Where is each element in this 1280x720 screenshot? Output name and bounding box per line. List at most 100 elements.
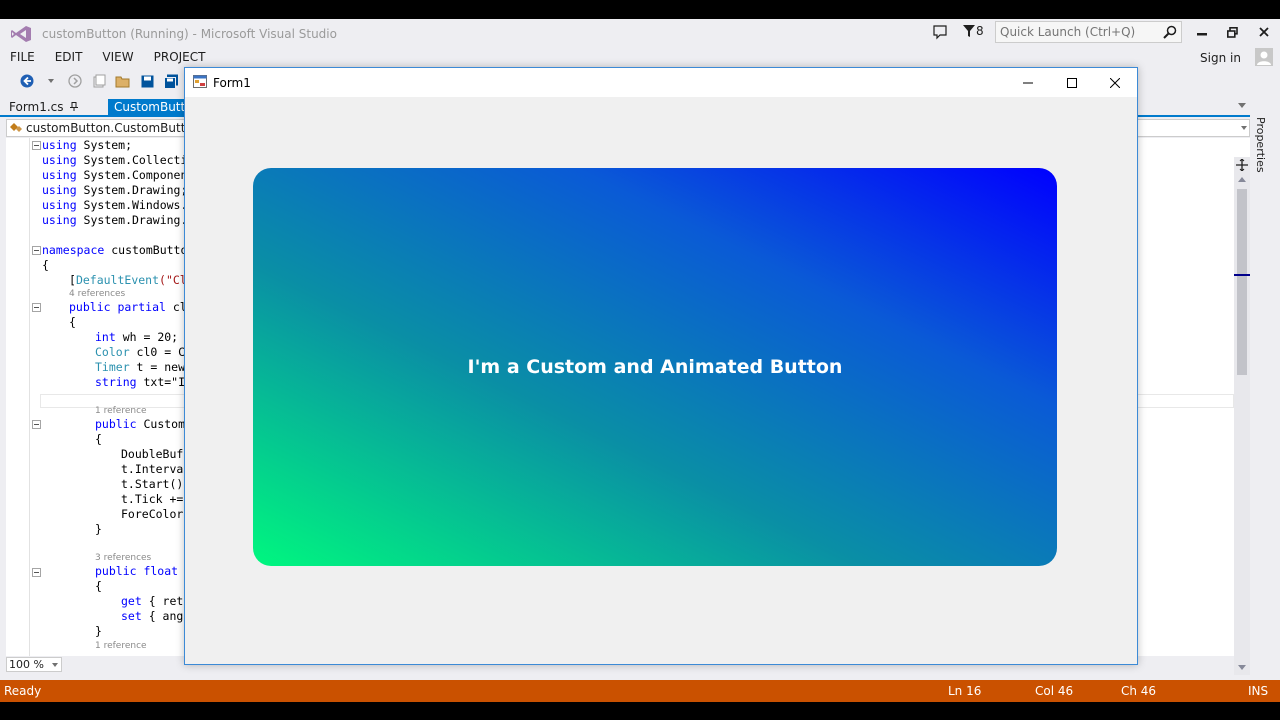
back-arrow-icon <box>20 74 34 88</box>
status-bar: Ready Ln 16 Col 46 Ch 46 INS <box>0 680 1280 702</box>
account-icon[interactable] <box>1255 48 1273 66</box>
tab-form1-cs-label: Form1.cs <box>9 100 64 114</box>
minimize-icon <box>1197 33 1207 36</box>
code-line: } <box>95 522 102 536</box>
toolbar <box>0 69 180 93</box>
form1-titlebar[interactable]: Form1 <box>185 68 1137 97</box>
scroll-up-arrow-icon[interactable] <box>1238 177 1246 182</box>
maximize-icon <box>1067 77 1077 88</box>
tab-form1-cs[interactable]: Form1.cs <box>3 99 84 117</box>
notification-count: 8 <box>976 24 984 38</box>
class-icon <box>10 123 22 132</box>
new-project-icon <box>93 74 106 88</box>
visual-studio-window: customButton (Running) - Microsoft Visua… <box>0 19 1280 702</box>
sign-in-link[interactable]: Sign in <box>1200 51 1241 65</box>
save-button[interactable] <box>138 72 156 90</box>
status-insert-mode: INS <box>1248 684 1269 698</box>
caret-position-marker <box>1234 274 1250 276</box>
code-lens-references[interactable]: 4 references <box>69 289 125 299</box>
fold-toggle[interactable] <box>32 568 41 577</box>
code-line: using System.Collectio <box>42 153 195 167</box>
fold-toggle[interactable] <box>32 141 41 150</box>
code-line: ForeColor <box>121 507 184 521</box>
open-file-button[interactable] <box>114 72 132 90</box>
code-line: string txt="I' <box>95 375 192 389</box>
quick-launch-input[interactable] <box>996 22 1156 42</box>
code-line: { <box>69 315 76 329</box>
code-line: int wh = 20; f <box>95 330 192 344</box>
custom-animated-button[interactable]: I'm a Custom and Animated Button <box>253 168 1057 566</box>
code-line: public float A <box>95 564 192 578</box>
code-line: public CustomB <box>95 417 192 431</box>
form-app-icon <box>193 75 207 88</box>
menu-bar: FILE EDIT VIEW PROJECT <box>0 48 215 68</box>
status-line: Ln 16 <box>948 684 982 698</box>
class-selector-label: customButton.CustomButton <box>26 121 201 135</box>
code-line: using System.Componen <box>42 168 188 182</box>
search-icon[interactable] <box>1163 25 1177 39</box>
code-line: t.Start(); <box>121 477 191 491</box>
scrollbar-thumb[interactable] <box>1237 189 1247 375</box>
code-line: t.Tick += <box>121 492 184 506</box>
code-line: Timer t = new <box>95 360 186 374</box>
form-close-button[interactable] <box>1093 68 1137 97</box>
vs-window-title: customButton (Running) - Microsoft Visua… <box>42 27 337 41</box>
restore-icon <box>1226 26 1238 38</box>
form-maximize-button[interactable] <box>1050 68 1094 97</box>
fold-toggle[interactable] <box>32 303 41 312</box>
save-all-icon <box>163 74 178 89</box>
notification-icon[interactable] <box>932 24 948 40</box>
split-window-icon[interactable] <box>1236 159 1248 171</box>
code-lens-references[interactable]: 1 reference <box>95 406 147 416</box>
new-project-button[interactable] <box>90 72 108 90</box>
filter-icon[interactable] <box>963 25 975 37</box>
open-folder-icon <box>115 76 130 88</box>
zoom-level-value: 100 % <box>9 658 44 671</box>
code-line: } <box>95 624 102 638</box>
chevron-down-icon <box>52 663 58 667</box>
class-selector[interactable]: customButton.CustomButton <box>9 121 200 135</box>
fold-toggle[interactable] <box>32 420 41 429</box>
code-line: using System.Drawing.D <box>42 213 195 227</box>
code-line: using System.Drawing; <box>42 183 188 197</box>
status-column: Col 46 <box>1035 684 1074 698</box>
menu-edit[interactable]: EDIT <box>45 48 93 68</box>
custom-button-label: I'm a Custom and Animated Button <box>467 356 843 378</box>
code-line: t.Interval <box>121 462 191 476</box>
code-line: using System; <box>42 138 133 152</box>
code-lens-references[interactable]: 1 reference <box>95 641 147 651</box>
status-char: Ch 46 <box>1121 684 1157 698</box>
member-dropdown-icon[interactable] <box>1241 126 1247 130</box>
menu-project[interactable]: PROJECT <box>144 48 216 68</box>
code-line: namespace customButto <box>42 243 188 257</box>
editor-vertical-scrollbar[interactable] <box>1234 157 1250 675</box>
code-line: DoubleBuff <box>121 447 191 461</box>
code-line: using System.Windows.F <box>42 198 195 212</box>
quick-launch-box[interactable] <box>995 21 1182 43</box>
vs-minimize-button[interactable] <box>1188 21 1216 43</box>
vs-restore-button[interactable] <box>1218 21 1246 43</box>
forward-arrow-icon <box>68 74 82 88</box>
zoom-level-dropdown[interactable]: 100 % <box>6 657 62 672</box>
form-minimize-button[interactable] <box>1006 68 1050 97</box>
code-line: get { retu <box>121 594 191 608</box>
status-ready: Ready <box>4 684 42 698</box>
visual-studio-logo-icon <box>11 26 31 42</box>
close-icon <box>1110 77 1120 88</box>
save-icon <box>141 75 153 87</box>
vs-close-button[interactable] <box>1250 21 1278 43</box>
back-button[interactable] <box>18 72 36 90</box>
save-all-button[interactable] <box>162 72 180 90</box>
pin-icon[interactable] <box>70 102 79 111</box>
scroll-down-arrow-icon[interactable] <box>1238 665 1246 670</box>
tab-list-dropdown-icon[interactable] <box>1238 103 1246 108</box>
menu-file[interactable]: FILE <box>0 48 45 68</box>
code-lens-references[interactable]: 3 references <box>95 553 151 563</box>
forward-button[interactable] <box>66 72 84 90</box>
back-dropdown[interactable] <box>42 72 60 90</box>
code-line: { <box>42 258 49 272</box>
properties-side-tab[interactable]: Properties <box>1253 117 1267 177</box>
menu-view[interactable]: VIEW <box>92 48 143 68</box>
close-icon <box>1259 27 1269 37</box>
fold-toggle[interactable] <box>32 246 41 255</box>
